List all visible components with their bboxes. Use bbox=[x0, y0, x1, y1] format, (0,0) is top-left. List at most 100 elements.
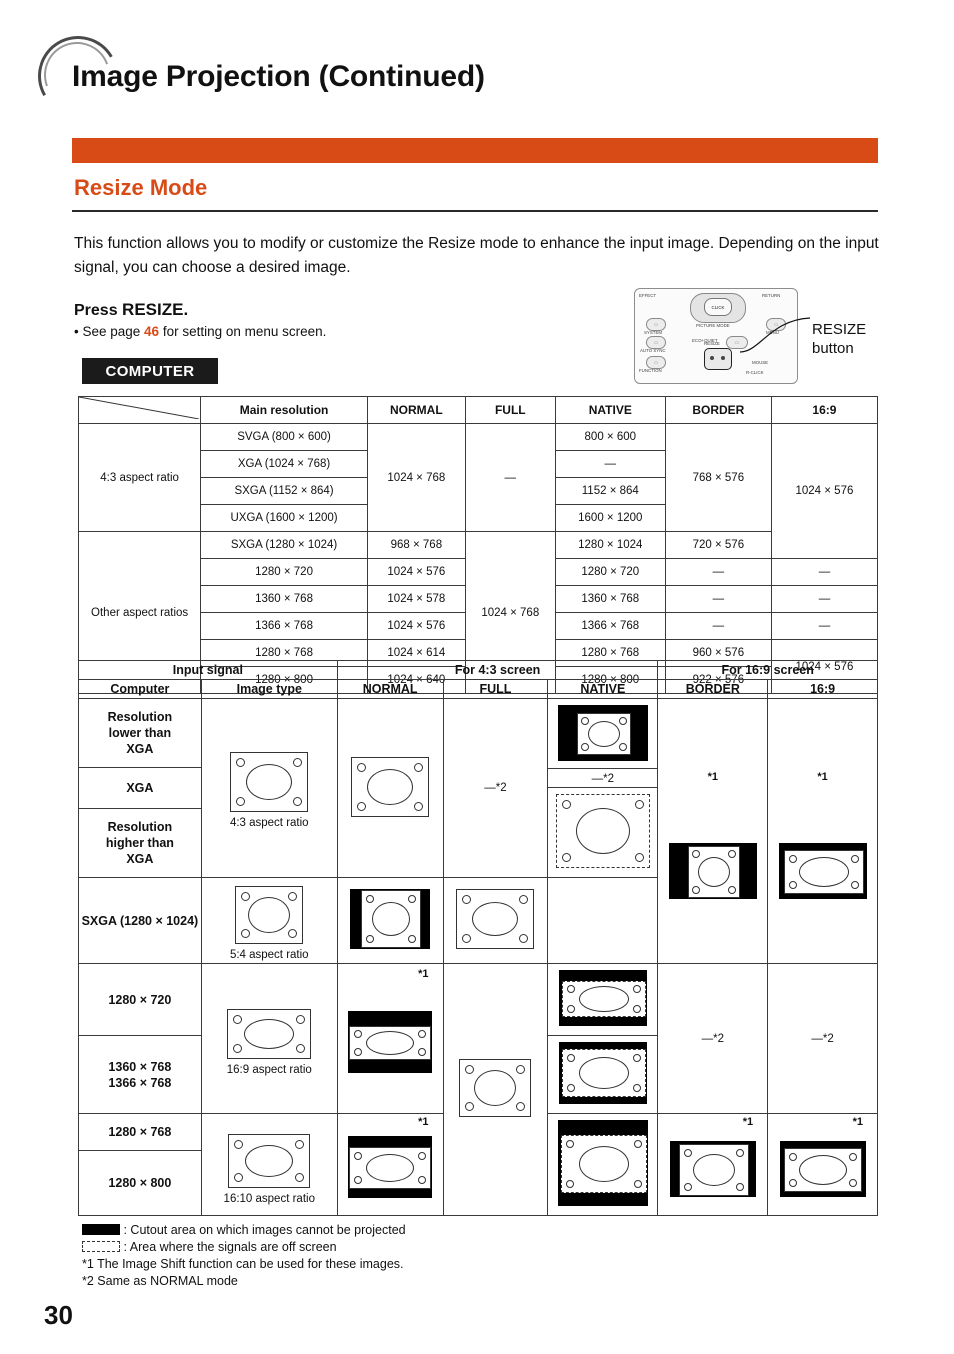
full-cell-sxga bbox=[442, 877, 549, 964]
cell-native: 1152 × 864 bbox=[554, 477, 666, 505]
legend-black-text: : Cutout area on which images cannot be … bbox=[123, 1223, 406, 1237]
border-cell-note2: —*2 bbox=[657, 963, 769, 1114]
cell-native: 1280 × 720 bbox=[554, 558, 666, 586]
cell-normal: 1024 × 576 bbox=[366, 612, 466, 640]
full-cell-43-note: —*2 bbox=[442, 698, 549, 878]
cell-border: 720 × 576 bbox=[664, 531, 772, 559]
table-row: Other aspect ratios SXGA (1280 × 1024) 9… bbox=[77, 531, 878, 694]
glyph-normal-1610 bbox=[348, 1136, 433, 1198]
row-label-text: 1360 × 768 1366 × 768 bbox=[108, 1059, 172, 1090]
page-title: Image Projection (Continued) bbox=[72, 60, 485, 93]
glyph-border-lower bbox=[669, 1141, 756, 1197]
cell-main-resolution: 1366 × 768 bbox=[200, 612, 368, 640]
cell-native: 1366 × 768 bbox=[554, 612, 666, 640]
row-label-resolution-higher-xga: Resolution higher than XGA bbox=[78, 807, 202, 879]
glyph-native-offscreen bbox=[555, 794, 650, 868]
native-cell-1280-720 bbox=[547, 963, 659, 1036]
cell-native: 1360 × 768 bbox=[554, 585, 666, 613]
legend-dash-row: : Area where the signals are off screen bbox=[82, 1239, 406, 1256]
table-row: 4:3 aspect ratio SVGA (800 × 600) 1024 ×… bbox=[77, 423, 879, 559]
image-type-cell-54: 5:4 aspect ratio bbox=[200, 877, 338, 964]
image-type-caption: 4:3 aspect ratio bbox=[229, 816, 309, 829]
th-input-signal: Input signal bbox=[78, 660, 338, 680]
normal-cell-sxga bbox=[336, 877, 444, 964]
normal-cell-1610: *1 bbox=[336, 1113, 444, 1216]
legend-dashed-text: : Area where the signals are off screen bbox=[123, 1240, 337, 1254]
table-row: Resolution lower than XGA 4:3 aspect rat… bbox=[78, 697, 878, 964]
border-cell-169-upper: *1 bbox=[657, 698, 769, 964]
legend-note-1: *1 The Image Shift function can be used … bbox=[82, 1257, 404, 1271]
glyph-full-sxga bbox=[456, 889, 535, 949]
image-type-caption: 5:4 aspect ratio bbox=[229, 949, 309, 961]
glyph-native-1360-768 bbox=[558, 1042, 647, 1104]
image-type-cell-43: 4:3 aspect ratio bbox=[200, 698, 338, 878]
th-169-2: 16:9 bbox=[767, 679, 878, 699]
row-label-1280-720: 1280 × 720 bbox=[78, 963, 202, 1036]
intro-paragraph: This function allows you to modify or cu… bbox=[74, 235, 879, 276]
cell-native: 800 × 600 bbox=[554, 423, 666, 451]
cell-main-resolution: 1360 × 768 bbox=[200, 585, 368, 613]
glyph-native-letterbox bbox=[557, 705, 648, 761]
legend-note-2: *2 Same as NORMAL mode bbox=[82, 1274, 238, 1288]
remote-label-rclick: R-CLICK bbox=[746, 370, 764, 375]
th-normal: NORMAL bbox=[366, 396, 466, 424]
cell-native: — bbox=[554, 450, 666, 478]
cell-full-group1: — bbox=[464, 423, 556, 532]
cell-169-group1: 1024 × 576 bbox=[770, 423, 879, 559]
th-full-2: FULL bbox=[442, 679, 549, 699]
glyph-native-1610 bbox=[557, 1120, 648, 1206]
cell-border: — bbox=[664, 585, 772, 613]
remote-label-auto-sync: AUTO SYNC bbox=[640, 348, 666, 353]
cell-native: 1600 × 1200 bbox=[554, 504, 666, 532]
legend: : Cutout area on which images cannot be … bbox=[82, 1222, 406, 1290]
glyph-169-lower bbox=[779, 1141, 866, 1197]
glyph-normal-sxga bbox=[350, 889, 431, 949]
th-native-2: NATIVE bbox=[547, 679, 659, 699]
image-type-cell-169: 16:9 aspect ratio bbox=[200, 963, 338, 1114]
th-computer: Computer bbox=[78, 679, 202, 699]
group-label-4-3: 4:3 aspect ratio bbox=[77, 423, 202, 532]
glyph-native-1280-720 bbox=[558, 970, 647, 1026]
remote-label-effect: EFFECT bbox=[639, 293, 657, 298]
border-cell-lower: *1 bbox=[657, 1113, 769, 1216]
section-accent-bar bbox=[72, 138, 878, 163]
glyph-16-10 bbox=[228, 1134, 311, 1188]
see-page-pre: • See page bbox=[74, 324, 141, 339]
glyph-full-lower bbox=[459, 1059, 532, 1117]
native-cell-note: —*2 bbox=[548, 768, 658, 787]
th-native: NATIVE bbox=[554, 396, 666, 424]
glyph-normal-169 bbox=[348, 1011, 433, 1073]
glyph-normal-43 bbox=[351, 756, 430, 817]
row-label-1280-800: 1280 × 800 bbox=[78, 1150, 202, 1216]
remote-label-function: FUNCTION bbox=[639, 368, 662, 373]
normal-star1: *1 bbox=[418, 968, 429, 980]
see-page-post: for setting on menu screen. bbox=[162, 324, 327, 339]
normal-star1-b: *1 bbox=[418, 1116, 429, 1128]
r169-cell-upper: *1 bbox=[767, 698, 878, 964]
th-border-2: BORDER bbox=[657, 679, 769, 699]
resize-button-callout: RESIZE button bbox=[812, 320, 866, 358]
table-row: 1280 × 720 16:9 aspect ratio *1 —*2 —*2 bbox=[78, 963, 878, 1216]
resolution-table: Main resolution NORMAL FULL NATIVE BORDE… bbox=[77, 396, 879, 694]
native-cell-43: —*2 bbox=[547, 698, 659, 878]
r169-cell-note2: —*2 bbox=[767, 963, 878, 1114]
table1-corner-cell bbox=[77, 396, 202, 424]
th-for-43-screen: For 4:3 screen bbox=[336, 660, 659, 680]
remote-label-return: RETURN bbox=[762, 293, 781, 298]
section-title: Resize Mode bbox=[74, 175, 208, 200]
table-row-header: Main resolution NORMAL FULL NATIVE BORDE… bbox=[77, 396, 879, 424]
full-cell-lower bbox=[442, 963, 549, 1216]
page-number: 30 bbox=[44, 1300, 73, 1330]
see-page-note: • See page 46 for setting on menu screen… bbox=[74, 324, 326, 339]
cell-main-resolution: SXGA (1152 × 864) bbox=[200, 477, 368, 505]
glyph-border-169 bbox=[668, 842, 757, 899]
resize-callout-line1: RESIZE bbox=[812, 321, 867, 338]
cell-main-resolution: XGA (1024 × 768) bbox=[200, 450, 368, 478]
cell-border: — bbox=[664, 558, 772, 586]
remote-label-system: SYSTEM bbox=[644, 330, 663, 335]
cell-border: — bbox=[664, 612, 772, 640]
cell-normal-group1: 1024 × 768 bbox=[366, 423, 466, 532]
legend-black-swatch bbox=[82, 1224, 120, 1235]
th-for-169-screen: For 16:9 screen bbox=[657, 660, 878, 680]
glyph-4-3 bbox=[230, 751, 309, 812]
